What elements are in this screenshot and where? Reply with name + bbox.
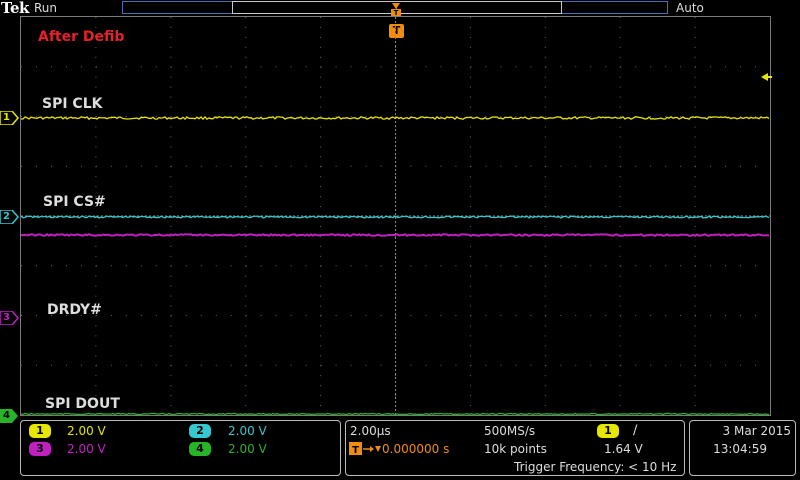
svg-text:T: T — [394, 9, 399, 16]
ch3-badge[interactable]: 3 — [29, 442, 51, 456]
acquisition-status[interactable]: Run — [34, 1, 57, 15]
trigger-level: 1.64 V — [604, 442, 643, 456]
waveform-display[interactable]: After Defib SPI CLK SPI CS# DRDY# SPI DO… — [20, 16, 771, 416]
horizontal-delay: 0.000000 s — [382, 442, 450, 456]
delay-trigger-icon: T — [349, 442, 381, 456]
ch4-ground-marker[interactable]: 4 — [0, 409, 19, 423]
trigger-source-badge[interactable]: 1 — [597, 424, 619, 438]
ch2-ground-marker[interactable]: 2 — [0, 210, 19, 224]
date-time-panel: 3 Mar 2015 13:04:59 — [689, 420, 796, 476]
record-length: 10k points — [484, 442, 547, 456]
time: 13:04:59 — [713, 442, 767, 456]
top-status-bar: Tek Run T Auto — [0, 0, 800, 17]
vertical-readout-panel[interactable]: 1 2.00 V 2 2.00 V 3 2.00 V 4 2.00 V — [20, 420, 341, 476]
channel-label-3: DRDY# — [47, 302, 102, 318]
time-per-division: 2.00µs — [350, 424, 391, 438]
svg-text:T: T — [352, 445, 359, 456]
ch2-scale: 2.00 V — [228, 424, 267, 438]
ch4-scale: 2.00 V — [228, 442, 267, 456]
ch1-ground-marker[interactable]: 1 — [0, 111, 19, 125]
ch3-ground-marker[interactable]: 3 — [0, 311, 19, 325]
ch4-badge[interactable]: 4 — [189, 442, 211, 456]
channel-label-2: SPI CS# — [43, 194, 106, 210]
ch1-scale: 2.00 V — [67, 424, 106, 438]
channel-label-1: SPI CLK — [42, 96, 103, 112]
screen-annotation: After Defib — [38, 29, 125, 45]
date: 3 Mar 2015 — [722, 424, 791, 438]
trigger-position-icon: T — [391, 3, 401, 16]
brand-logo: Tek — [1, 0, 29, 17]
trigger-mode[interactable]: Auto — [676, 1, 704, 15]
ch2-badge[interactable]: 2 — [189, 424, 211, 438]
trace-ch3 — [21, 233, 770, 237]
trigger-level-arrow-icon[interactable] — [760, 71, 772, 83]
trigger-slope-icon: ∕ — [633, 423, 638, 438]
horizontal-readout-panel[interactable]: 2.00µs 500MS/s 1 ∕ T 0.000000 s 10k poin… — [345, 420, 685, 476]
graticule — [21, 17, 770, 415]
ch1-badge[interactable]: 1 — [29, 424, 51, 438]
trigger-frequency: Trigger Frequency: < 10 Hz — [514, 460, 677, 474]
channel-label-4: SPI DOUT — [45, 396, 120, 412]
sample-rate: 500MS/s — [484, 424, 536, 438]
ch3-scale: 2.00 V — [67, 442, 106, 456]
